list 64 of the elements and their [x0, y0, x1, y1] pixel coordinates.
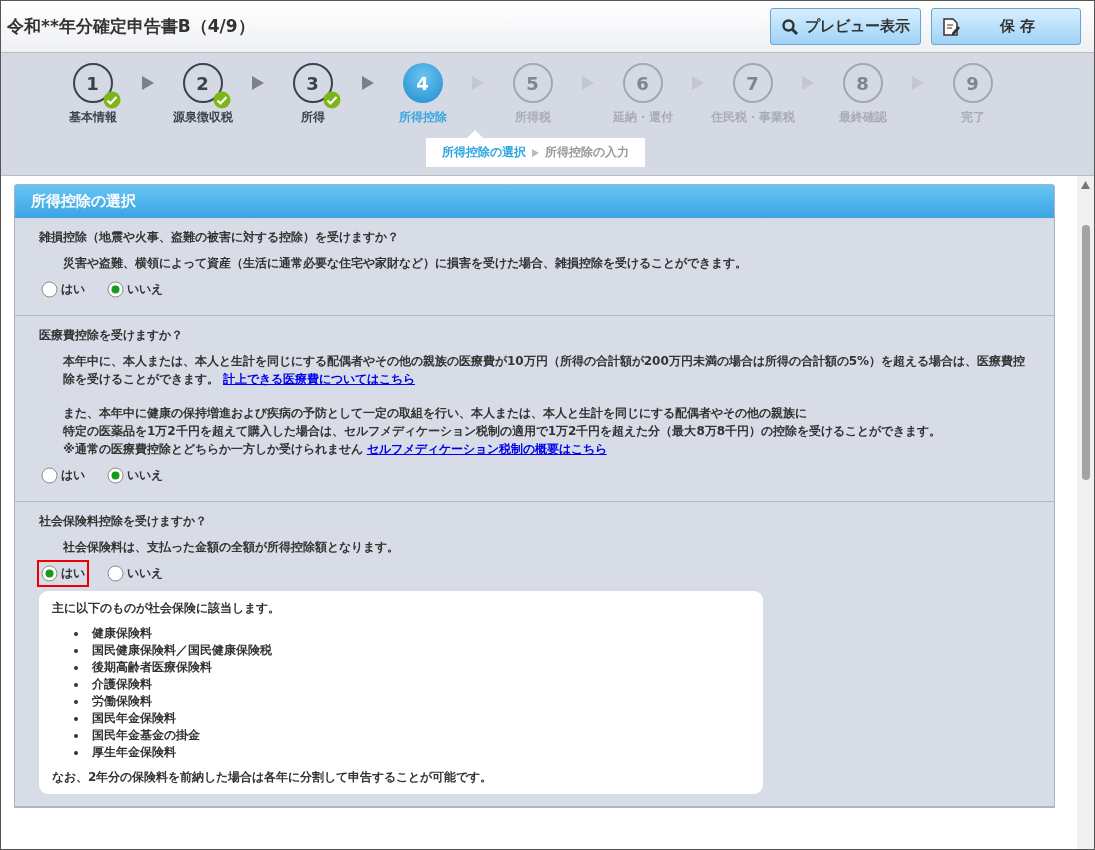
description-text: また、本年中に健康の保持増進および疾病の予防として一定の取組を行い、本人または、本人と生計を同じにする配偶者やその他の親族に [63, 405, 808, 422]
radio-checked-icon [107, 467, 124, 484]
bullet-icon [74, 665, 78, 670]
bullet-icon [74, 733, 78, 738]
help-link[interactable]: セルフメディケーション税制の概要はこちら [366, 442, 607, 456]
list-item: 厚生年金保険料 [92, 744, 176, 761]
description-text: ※通常の医療費控除とどちらか一方しか受けられません セルフメディケーション税制の概要はこちら [63, 441, 608, 458]
description-text: 本年中に、本人または、本人と生計を同じにする配偶者やその他の親族の医療費が10万円（所得の合計額が200万円未満の場合は所得の合計額の5%）を超える場合は、医療費控除を受けることができます。 計上できる医療費についてはこちら [63, 353, 1027, 388]
radio-option[interactable]: はい [37, 462, 89, 489]
help-link[interactable]: 計上できる医療費についてはこちら [223, 372, 415, 386]
bullet-icon [74, 648, 78, 653]
bullet-icon [74, 699, 78, 704]
search-icon [781, 17, 799, 36]
info-text: 主に以下のものが社会保険に該当します。 [52, 600, 281, 617]
step-label: 所得 [300, 109, 325, 126]
question-text: 雑損控除（地震や火事、盗難の被害に対する控除）を受けますか？ [39, 229, 400, 246]
window-title: 令和**年分確定申告書B（4/9） [7, 15, 255, 38]
description-text: 特定の医薬品を1万2千円を超えて購入した場合は、セルフメディケーション税制の適用で1万2千円を超えた分（最大8万8千円）の控除を受けることができます。 [63, 423, 943, 440]
list-item: 国民年金保険料 [92, 710, 176, 727]
list-item: 介護保険料 [92, 676, 152, 693]
step-label: 所得控除 [398, 109, 447, 126]
radio-empty-icon [41, 281, 58, 298]
save-button[interactable]: 保 存 [931, 8, 1081, 45]
step-label: 源泉徴収税 [172, 109, 233, 126]
triangle-icon [532, 148, 539, 157]
check-icon [322, 91, 341, 109]
bullet-icon [74, 716, 78, 721]
radio-option[interactable]: はい [37, 276, 89, 303]
list-item: 後期高齢者医療保険料 [92, 659, 212, 676]
panel-header: 所得控除の選択 [15, 185, 1054, 218]
bullet-icon [74, 631, 78, 636]
scrollbar[interactable] [1077, 176, 1094, 849]
radio-checked-icon [41, 565, 58, 582]
radio-checked-icon [107, 281, 124, 298]
step-circle[interactable]: 2 [182, 63, 223, 103]
step-circle[interactable]: 3 [292, 63, 333, 103]
triangle-icon [141, 76, 154, 90]
scroll-thumb[interactable] [1081, 225, 1090, 480]
document-pencil-icon [942, 17, 960, 36]
radio-empty-icon [107, 565, 124, 582]
question-text: 社会保険料控除を受けますか？ [39, 513, 208, 530]
info-note: なお、2年分の保険料を前納した場合は各年に分割して申告することが可能です。 [52, 769, 494, 786]
check-icon [102, 91, 121, 109]
list-item: 国民健康保険料／国民健康保険税 [92, 642, 272, 659]
description-text: 社会保険料は、支払った金額の全額が所得控除額となります。 [63, 539, 400, 556]
question-text: 医療費控除を受けますか？ [39, 327, 184, 344]
radio-option[interactable]: いいえ [103, 560, 167, 587]
check-icon [212, 91, 231, 109]
up-arrow-icon [1081, 181, 1090, 189]
radio-option[interactable]: いいえ [103, 462, 167, 489]
preview-button[interactable]: プレビュー表示 [770, 8, 921, 45]
list-item: 健康保険料 [92, 625, 152, 642]
radio-option[interactable]: いいえ [103, 276, 167, 303]
step-circle[interactable]: 1 [72, 63, 113, 103]
triangle-icon [361, 76, 374, 90]
list-item: 労働保険料 [92, 693, 152, 710]
step-label: 基本情報 [68, 109, 117, 126]
triangle-icon [251, 76, 264, 90]
list-item: 国民年金基金の掛金 [92, 727, 200, 744]
radio-empty-icon [41, 467, 58, 484]
bullet-icon [74, 750, 78, 755]
description-text: 災害や盗難、横領によって資産（生活に通常必要な住宅や家財など）に損害を受けた場合、雑損控除を受けることができます。 [63, 255, 748, 272]
radio-option[interactable]: はい [37, 560, 89, 587]
bullet-icon [74, 682, 78, 687]
